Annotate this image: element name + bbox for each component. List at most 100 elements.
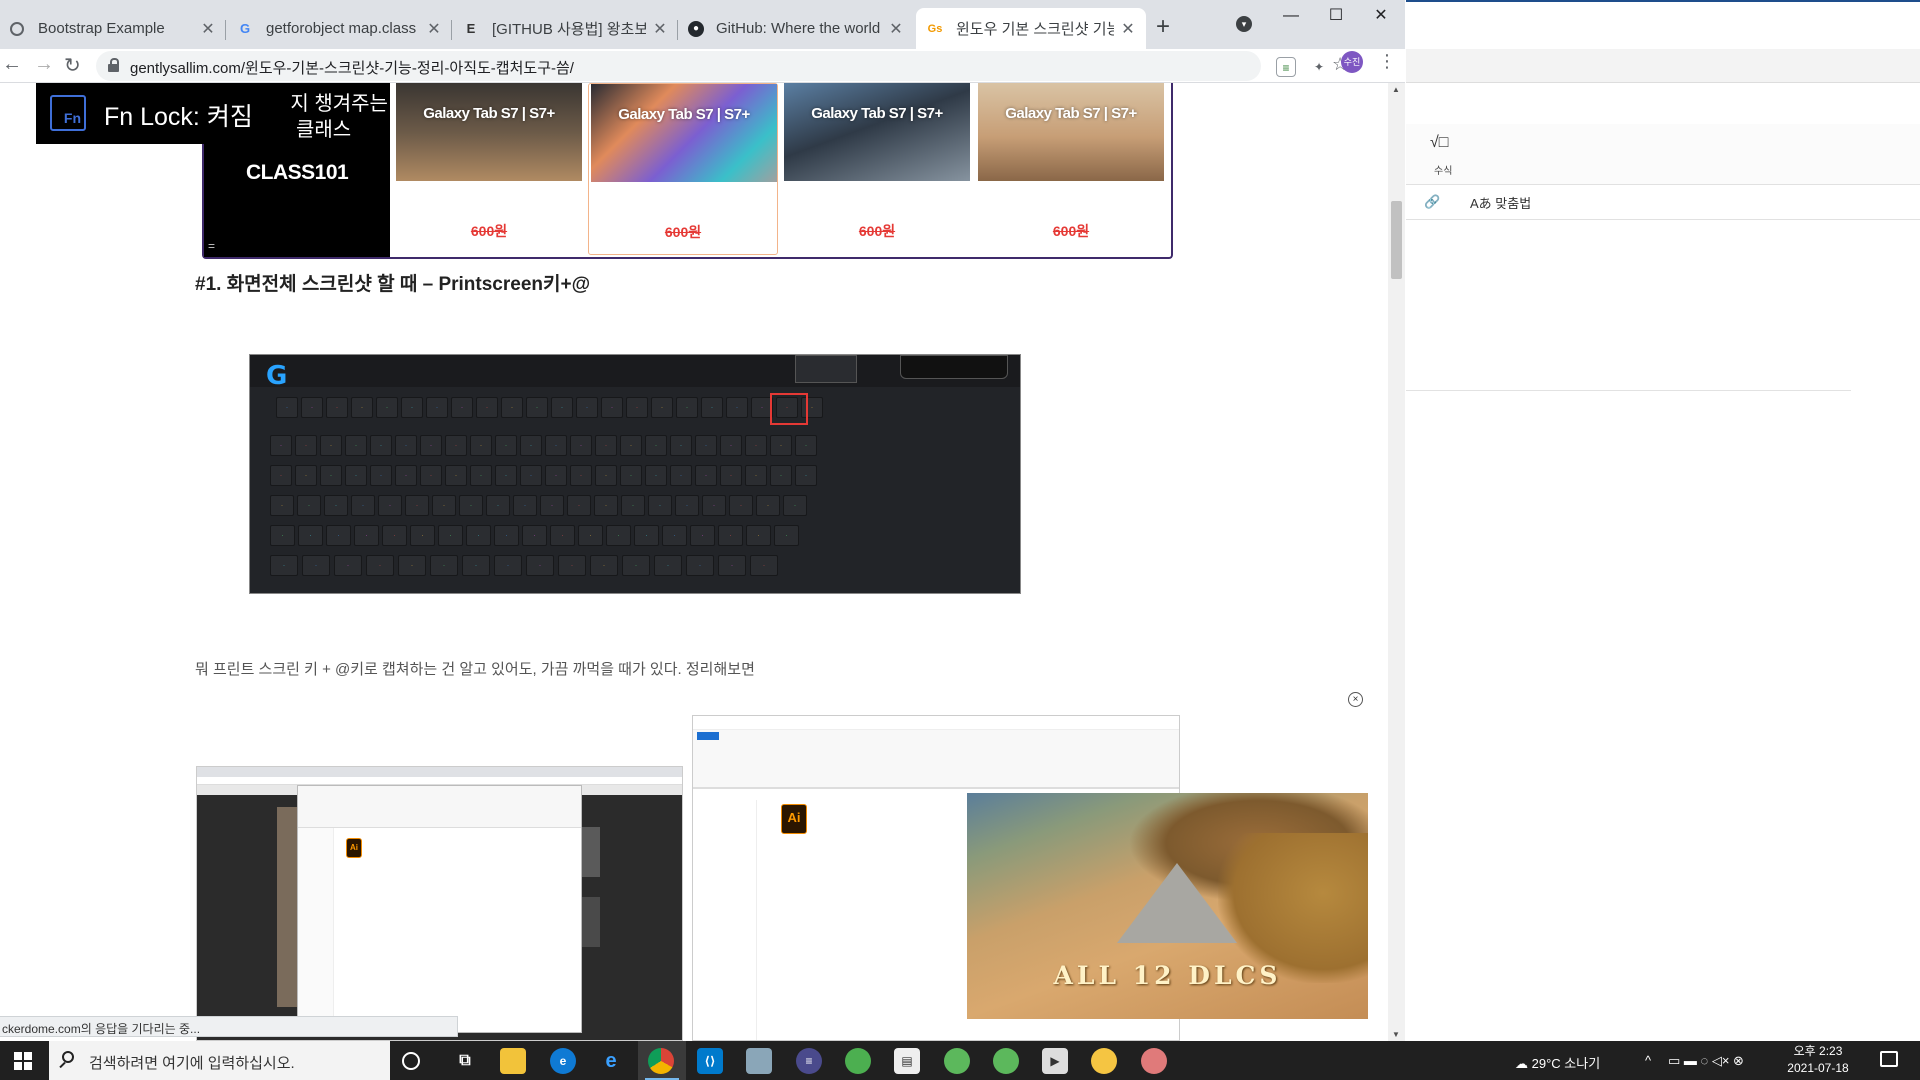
taskbar-search-input[interactable]: 검색하려면 여기에 입력하십시오. (49, 1041, 390, 1080)
tab-title: [GITHUB 사용법] 왕초보를 위한 (492, 21, 646, 38)
file-explorer-icon[interactable] (500, 1048, 526, 1074)
app-icon-3[interactable]: ▤ (894, 1048, 920, 1074)
fn-key-icon: Fn (50, 95, 86, 131)
product-label: Galaxy Tab S7 | S7+ (811, 105, 943, 122)
ad-product-3[interactable]: Galaxy Tab S7 | S7+ 600원 (782, 83, 972, 255)
forward-icon[interactable]: → (34, 53, 54, 76)
reload-icon[interactable]: ↻ (64, 53, 81, 78)
tab-github[interactable]: ● GitHub: Where the world build ✕ (678, 8, 914, 49)
scroll-thumb[interactable] (1391, 201, 1402, 279)
video-player-overlay[interactable]: ALL 12 DLCS (967, 793, 1368, 1019)
equation-label[interactable]: 수식 (1434, 162, 1452, 177)
keyboard-key: · (270, 495, 294, 516)
close-icon[interactable]: ✕ (1120, 19, 1136, 39)
extension-icon[interactable]: ≡ (1276, 57, 1296, 77)
scroll-up-icon[interactable]: ▲ (1392, 85, 1400, 94)
keyboard-key: · (326, 397, 348, 418)
browser-toolbar: ← → ↻ gentlysallim.com/윈도우-기본-스크린샷-기능-정리… (0, 49, 1405, 83)
keyboard-key: · (720, 465, 742, 486)
avatar[interactable]: 수진 (1341, 51, 1363, 73)
keyboard-key: · (576, 397, 598, 418)
tab-bootstrap[interactable]: Bootstrap Example ✕ (0, 8, 226, 49)
ad-product-1[interactable]: Galaxy Tab S7 | S7+ 600원 (394, 83, 584, 255)
keyboard-key: · (494, 555, 522, 576)
app-icon-1[interactable]: ≡ (796, 1048, 822, 1074)
app-icon-6[interactable]: ▶ (1042, 1048, 1068, 1074)
spellcheck-button[interactable]: Aあ 맞춤법 (1470, 193, 1531, 212)
window-close-button[interactable]: ✕ (1356, 2, 1406, 30)
app-icon-5[interactable] (993, 1048, 1019, 1074)
menu-kebab-icon[interactable]: ⋮ (1378, 51, 1396, 72)
ad-product-4[interactable]: Galaxy Tab S7 | S7+ 600원 (976, 83, 1166, 255)
tab-search-icon[interactable]: ▾ (1236, 16, 1252, 32)
close-icon[interactable]: ✕ (200, 19, 216, 39)
ad-menu-icon[interactable]: = (208, 239, 215, 253)
chrome-icon[interactable] (648, 1048, 674, 1074)
keyboard-key: · (462, 555, 490, 576)
illustrator-file-icon: Ai (781, 804, 807, 834)
tray-icons[interactable]: ▭ ▬ ◌ ◁× ⊗ (1668, 1053, 1744, 1069)
puzzle-icon[interactable]: ✦ (1309, 57, 1329, 77)
keyboard-key: · (486, 495, 510, 516)
keyboard-key: · (695, 465, 717, 486)
keyboard-key: · (451, 397, 473, 418)
keyboard-key: · (570, 465, 592, 486)
keyboard-key: · (676, 397, 698, 418)
screenshot-example-left: Ai (196, 766, 683, 1041)
keyboard-key: · (654, 555, 682, 576)
video-close-icon[interactable]: × (1348, 692, 1363, 707)
notification-icon[interactable] (1880, 1051, 1898, 1067)
page-viewport: 가지 챙겨주는 인 클래스 CLASS101 = Galaxy Tab S7 |… (0, 83, 1388, 1041)
app-icon-4[interactable] (944, 1048, 970, 1074)
ie-icon[interactable]: e (598, 1048, 624, 1074)
notepad-icon[interactable] (746, 1048, 772, 1074)
equation-icon[interactable]: √□ (1430, 134, 1448, 152)
keyboard-key: · (470, 435, 492, 456)
keyboard-key: · (720, 435, 742, 456)
close-icon[interactable]: ✕ (652, 19, 668, 39)
windows-start-icon[interactable] (14, 1052, 32, 1070)
taskbar-clock[interactable]: 오후 2:23 2021-07-18 (1778, 1043, 1858, 1077)
windows-taskbar: 검색하려면 여기에 입력하십시오. ⧉ e e ⟨⟩ ≡ ▤ ▶ ☁ 29°C … (0, 1041, 1920, 1080)
ad-product-2[interactable]: Galaxy Tab S7 | S7+ 600원 (588, 83, 778, 255)
address-bar[interactable]: gentlysallim.com/윈도우-기본-스크린샷-기능-정리-아직도-캡… (96, 51, 1348, 81)
keyboard-key: · (470, 465, 492, 486)
close-icon[interactable]: ✕ (426, 19, 442, 39)
page-scrollbar[interactable]: ▲ ▼ (1388, 83, 1405, 1041)
link-icon[interactable]: 🔗 (1424, 194, 1440, 210)
class101-ad-banner[interactable]: 가지 챙겨주는 인 클래스 CLASS101 = Galaxy Tab S7 |… (202, 83, 1173, 259)
minimize-button[interactable]: — (1266, 2, 1316, 30)
keyboard-key: · (395, 465, 417, 486)
keyboard-key: · (795, 465, 817, 486)
maximize-button[interactable]: ☐ (1311, 2, 1361, 30)
tray-chevron-icon[interactable]: ^ (1645, 1053, 1651, 1068)
keyboard-key: · (745, 435, 767, 456)
globe-icon (10, 21, 24, 36)
task-view-icon[interactable]: ⧉ (452, 1048, 478, 1074)
back-icon[interactable]: ← (2, 53, 22, 76)
app-icon-2[interactable] (845, 1048, 871, 1074)
keyboard-key: · (756, 495, 780, 516)
keyboard-key: · (513, 495, 537, 516)
tab-active-screenshot[interactable]: Gs 윈도우 기본 스크린샷 기능 정 ✕ (916, 8, 1146, 49)
vscode-icon[interactable]: ⟨⟩ (697, 1048, 723, 1074)
keyboard-key: · (702, 495, 726, 516)
tab-github-guide[interactable]: E [GITHUB 사용법] 왕초보를 위한 ✕ (452, 8, 678, 49)
weather-widget[interactable]: ☁ 29°C 소나기 (1515, 1053, 1600, 1072)
edge-icon[interactable]: e (550, 1048, 576, 1074)
app-icon-7[interactable] (1091, 1048, 1117, 1074)
keyboard-key: · (545, 435, 567, 456)
keyboard-key: · (675, 495, 699, 516)
tab-google[interactable]: G getforobject map.class - Goog ✕ (226, 8, 452, 49)
cortana-icon[interactable] (402, 1052, 420, 1070)
app-icon-8[interactable] (1141, 1048, 1167, 1074)
keyboard-key: · (276, 397, 298, 418)
product-label: Galaxy Tab S7 | S7+ (618, 106, 750, 123)
illustrator-file-icon: Ai (346, 838, 362, 858)
close-icon[interactable]: ✕ (888, 19, 904, 39)
scroll-down-icon[interactable]: ▼ (1392, 1030, 1400, 1039)
keyboard-key: · (578, 525, 603, 546)
keyboard-key: · (645, 435, 667, 456)
new-tab-button[interactable]: + (1156, 13, 1170, 41)
keyboard-key: · (670, 435, 692, 456)
